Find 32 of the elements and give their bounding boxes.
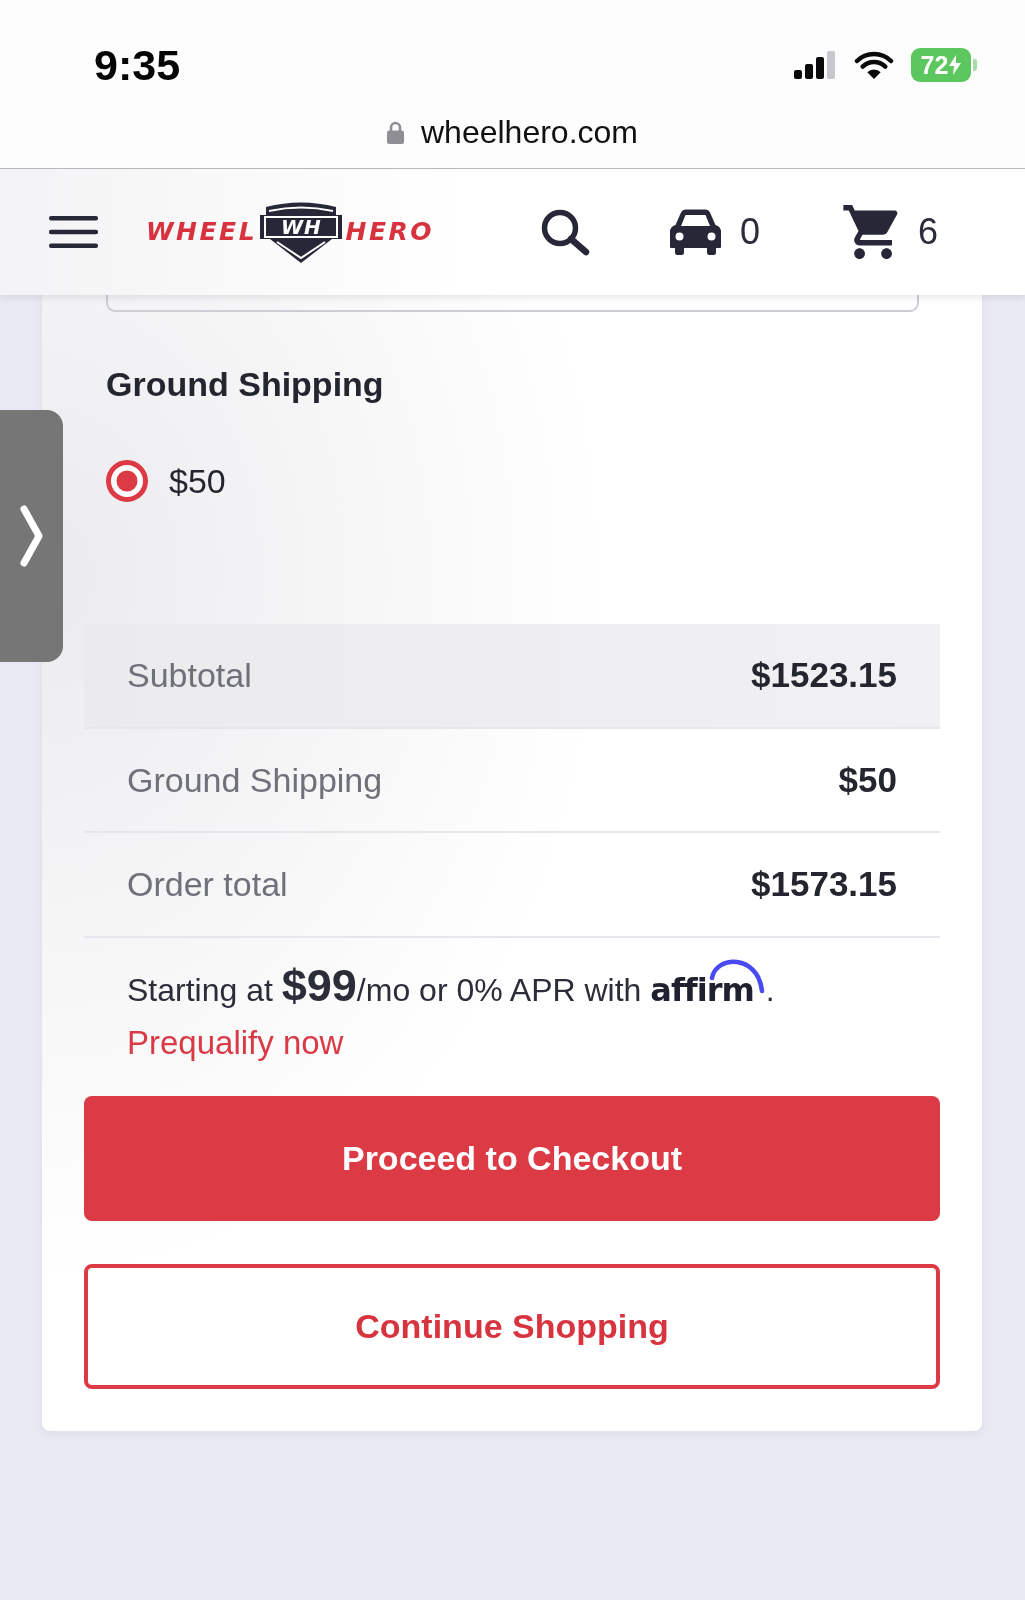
cart-icon <box>843 205 899 259</box>
address-bar[interactable]: wheelhero.com <box>0 105 1025 169</box>
financing-text: Starting at $99/mo or 0% APR with affirm . <box>127 955 775 1019</box>
cart-button[interactable]: 6 <box>843 205 939 259</box>
wifi-icon <box>854 50 894 80</box>
search-icon[interactable] <box>541 208 590 256</box>
row-label: Subtotal <box>127 655 252 696</box>
prequalify-link[interactable]: Prequalify now <box>127 1020 344 1065</box>
clock-time: 9:35 <box>94 40 181 90</box>
signal-icon <box>794 51 837 79</box>
section-heading: Ground Shipping <box>106 364 384 404</box>
row-label: Ground Shipping <box>127 759 383 800</box>
radio-button[interactable] <box>106 460 148 502</box>
row-label: Order total <box>127 864 288 905</box>
car-icon <box>670 209 721 255</box>
row-value: $50 <box>838 759 897 800</box>
bolt-icon <box>949 55 962 75</box>
shipping-price[interactable]: $50 <box>169 460 226 502</box>
site-logo[interactable]: WHEEL WH HERO <box>146 200 434 264</box>
battery-level: 72 <box>920 50 949 80</box>
row-value: $1573.15 <box>751 864 897 905</box>
chevron-right-icon <box>20 505 43 567</box>
affirm-logo: affirm <box>650 955 766 1010</box>
url-text: wheelhero.com <box>421 113 638 152</box>
garage-button[interactable]: 0 <box>670 209 761 255</box>
row-value: $1523.15 <box>751 655 897 696</box>
lock-icon <box>387 120 404 144</box>
menu-icon[interactable] <box>49 216 98 248</box>
continue-shopping-button[interactable]: Continue Shopping <box>84 1263 940 1389</box>
input-field[interactable] <box>106 295 919 312</box>
checkout-button[interactable]: Proceed to Checkout <box>84 1095 940 1221</box>
side-panel-tab[interactable] <box>0 410 63 662</box>
